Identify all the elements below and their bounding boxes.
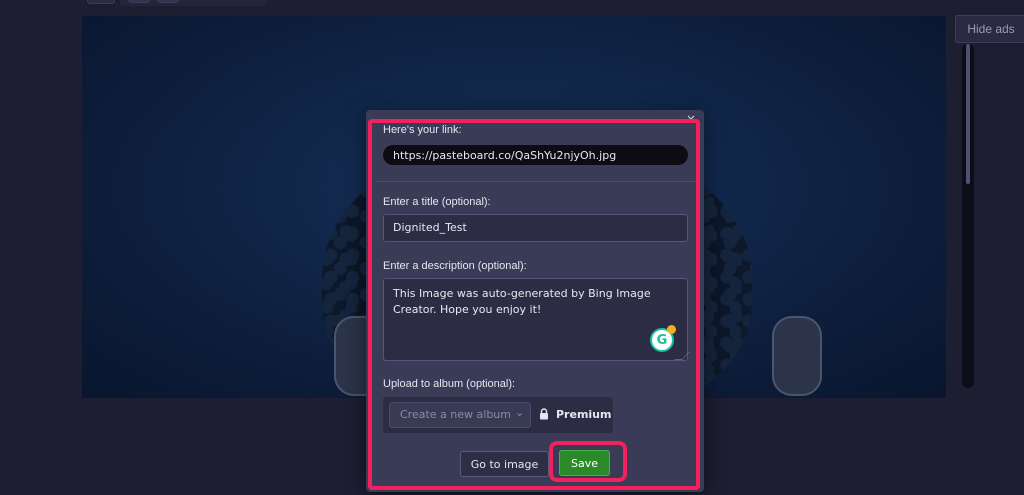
top-toolbar-button[interactable]	[87, 0, 115, 4]
top-toolbar-button[interactable]	[128, 0, 150, 3]
page: Hide ads × Here's your link: https://pas…	[0, 0, 1024, 495]
description-label: Enter a description (optional):	[383, 260, 527, 272]
save-button[interactable]: Save	[559, 450, 610, 476]
go-to-image-button[interactable]: Go to image	[460, 451, 549, 477]
close-icon[interactable]: ×	[686, 112, 696, 126]
chevron-down-icon[interactable]: ⌄	[515, 406, 524, 419]
premium-label: Premium	[556, 408, 612, 421]
divider	[376, 181, 696, 182]
top-toolbar-button[interactable]	[157, 0, 179, 3]
title-label: Enter a title (optional):	[383, 196, 491, 208]
preview-detail	[772, 316, 822, 396]
hide-ads-button[interactable]: Hide ads	[955, 15, 1024, 43]
title-input[interactable]: Dignited_Test	[383, 214, 688, 242]
scrollbar-thumb[interactable]	[966, 44, 970, 184]
link-field[interactable]: https://pasteboard.co/QaShYu2njyOh.jpg	[383, 145, 688, 165]
link-label: Here's your link:	[383, 124, 462, 136]
album-label: Upload to album (optional):	[383, 378, 516, 390]
description-textarea[interactable]: This Image was auto-generated by Bing Im…	[383, 278, 688, 361]
album-select[interactable]: Create a new album	[389, 402, 531, 428]
grammarly-badge	[667, 325, 676, 334]
lock-icon	[540, 408, 548, 420]
